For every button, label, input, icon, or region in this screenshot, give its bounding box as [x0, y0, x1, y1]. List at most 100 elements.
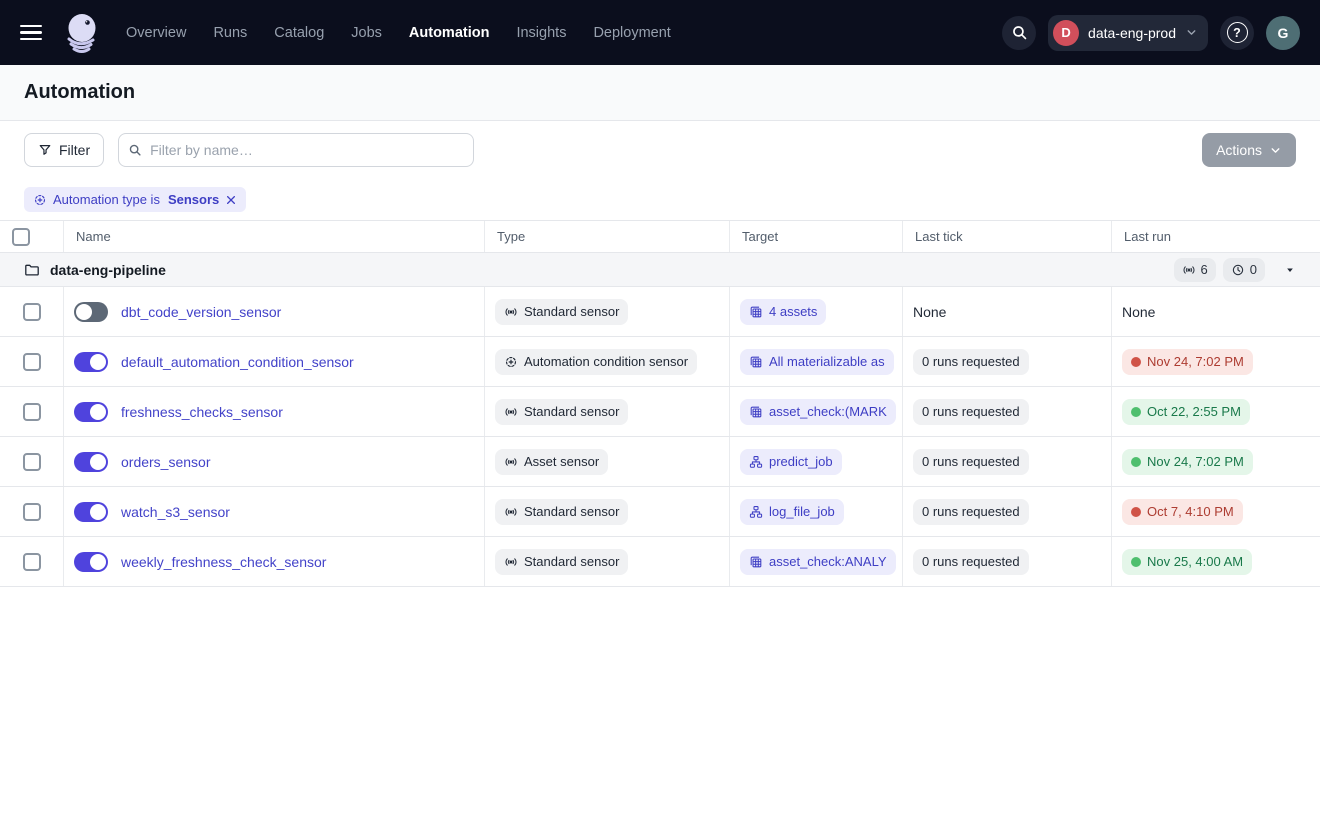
filter-chip-automation-type[interactable]: Automation type is Sensors	[24, 187, 246, 212]
sensor-signal-icon	[504, 555, 518, 569]
nav-item-overview[interactable]: Overview	[126, 25, 186, 41]
target-link-badge[interactable]: predict_job	[740, 449, 842, 475]
sensor-type-badge: Asset sensor	[495, 449, 608, 475]
last-tick-badge: 0 runs requested	[913, 449, 1029, 475]
close-icon	[225, 194, 237, 206]
chevron-down-icon	[1269, 144, 1282, 157]
target-link-badge[interactable]: asset_check:ANALY	[740, 549, 896, 575]
run-status-dot	[1131, 507, 1141, 517]
sensor-type-badge: Standard sensor	[495, 399, 628, 425]
header-target: Target	[730, 221, 903, 252]
sensor-type-badge: Automation condition sensor	[495, 349, 697, 375]
sensor-signal-icon	[1182, 263, 1196, 277]
last-tick-value: None	[913, 304, 946, 320]
assets-grid-icon	[749, 305, 763, 319]
last-run-badge[interactable]: Nov 24, 7:02 PM	[1122, 449, 1253, 475]
header-name: Name	[64, 221, 485, 252]
sensor-name-link[interactable]: orders_sensor	[121, 454, 211, 470]
table-row: dbt_code_version_sensor Standard sensor …	[0, 287, 1320, 337]
last-run-badge[interactable]: Nov 25, 4:00 AM	[1122, 549, 1252, 575]
sensor-signal-icon	[504, 305, 518, 319]
table-header: Name Type Target Last tick Last run	[0, 221, 1320, 253]
last-tick-badge: 0 runs requested	[913, 399, 1029, 425]
menu-icon[interactable]	[20, 25, 46, 41]
name-filter-input[interactable]	[118, 133, 474, 167]
table-row: default_automation_condition_sensor Auto…	[0, 337, 1320, 387]
sensor-signal-icon	[504, 405, 518, 419]
toolbar: Filter Actions	[0, 121, 1320, 179]
target-link-badge[interactable]: All materializable as	[740, 349, 894, 375]
row-checkbox[interactable]	[23, 403, 41, 421]
remove-filter-button[interactable]	[225, 194, 237, 206]
nav-item-runs[interactable]: Runs	[213, 25, 247, 41]
select-all-checkbox[interactable]	[12, 228, 30, 246]
page-title: Automation	[24, 81, 135, 104]
target-link-badge[interactable]: asset_check:(MARK	[740, 399, 896, 425]
sensor-name-link[interactable]: freshness_checks_sensor	[121, 404, 283, 420]
sensor-toggle[interactable]	[74, 402, 108, 422]
run-status-dot	[1131, 457, 1141, 467]
last-run-badge[interactable]: Oct 22, 2:55 PM	[1122, 399, 1250, 425]
header-type: Type	[485, 221, 730, 252]
nav-item-automation[interactable]: Automation	[409, 25, 490, 41]
dagster-logo[interactable]	[60, 10, 104, 56]
repo-group-row[interactable]: data-eng-pipeline 6 0	[0, 253, 1320, 287]
workspace-name: data-eng-prod	[1088, 25, 1176, 41]
nav-item-catalog[interactable]: Catalog	[274, 25, 324, 41]
row-checkbox[interactable]	[23, 453, 41, 471]
search-icon	[1011, 24, 1028, 41]
sensor-name-link[interactable]: default_automation_condition_sensor	[121, 354, 354, 370]
table-row: weekly_freshness_check_sensor Standard s…	[0, 537, 1320, 587]
assets-grid-icon	[749, 555, 763, 569]
nav-item-insights[interactable]: Insights	[516, 25, 566, 41]
sensor-toggle[interactable]	[74, 352, 108, 372]
sensor-type-badge: Standard sensor	[495, 499, 628, 525]
assets-grid-icon	[749, 355, 763, 369]
top-nav: Overview Runs Catalog Jobs Automation In…	[0, 0, 1320, 65]
target-link-badge[interactable]: log_file_job	[740, 499, 844, 525]
job-graph-icon	[749, 505, 763, 519]
row-checkbox[interactable]	[23, 503, 41, 521]
filter-button[interactable]: Filter	[24, 133, 104, 167]
primary-nav: Overview Runs Catalog Jobs Automation In…	[126, 25, 671, 41]
sensor-toggle[interactable]	[74, 502, 108, 522]
sensors-table: Name Type Target Last tick Last run data…	[0, 221, 1320, 587]
chevron-down-icon	[1185, 26, 1198, 39]
table-row: watch_s3_sensor Standard sensor log_file…	[0, 487, 1320, 537]
help-button[interactable]: ?	[1220, 16, 1254, 50]
search-icon	[128, 143, 142, 157]
last-tick-badge: 0 runs requested	[913, 349, 1029, 375]
row-checkbox[interactable]	[23, 353, 41, 371]
user-avatar[interactable]: G	[1266, 16, 1300, 50]
run-status-dot	[1131, 557, 1141, 567]
title-bar: Automation	[0, 65, 1320, 121]
collapse-group-button[interactable]	[1284, 264, 1296, 276]
sensor-toggle[interactable]	[74, 452, 108, 472]
row-checkbox[interactable]	[23, 553, 41, 571]
target-link-badge[interactable]: 4 assets	[740, 299, 826, 325]
filter-chip-value: Sensors	[168, 192, 219, 207]
automation-page: Overview Runs Catalog Jobs Automation In…	[0, 0, 1320, 822]
last-run-badge[interactable]: Oct 7, 4:10 PM	[1122, 499, 1243, 525]
nav-item-jobs[interactable]: Jobs	[351, 25, 382, 41]
sensor-name-link[interactable]: dbt_code_version_sensor	[121, 304, 281, 320]
last-run-value: None	[1122, 304, 1155, 320]
header-last-run: Last run	[1112, 221, 1320, 252]
row-checkbox[interactable]	[23, 303, 41, 321]
actions-button[interactable]: Actions	[1202, 133, 1296, 167]
search-button[interactable]	[1002, 16, 1036, 50]
actions-button-label: Actions	[1216, 142, 1262, 158]
nav-item-deployment[interactable]: Deployment	[593, 25, 670, 41]
sensor-name-link[interactable]: watch_s3_sensor	[121, 504, 230, 520]
filter-chip-prefix: Automation type is	[53, 192, 160, 207]
sensor-toggle[interactable]	[74, 552, 108, 572]
filter-funnel-icon	[38, 143, 52, 157]
last-tick-badge: 0 runs requested	[913, 549, 1029, 575]
sensor-signal-icon	[504, 505, 518, 519]
workspace-switcher[interactable]: D data-eng-prod	[1048, 15, 1208, 51]
folder-icon	[24, 262, 40, 278]
sensor-name-link[interactable]: weekly_freshness_check_sensor	[121, 554, 326, 570]
last-run-badge[interactable]: Nov 24, 7:02 PM	[1122, 349, 1253, 375]
assets-grid-icon	[749, 405, 763, 419]
sensor-toggle[interactable]	[74, 302, 108, 322]
